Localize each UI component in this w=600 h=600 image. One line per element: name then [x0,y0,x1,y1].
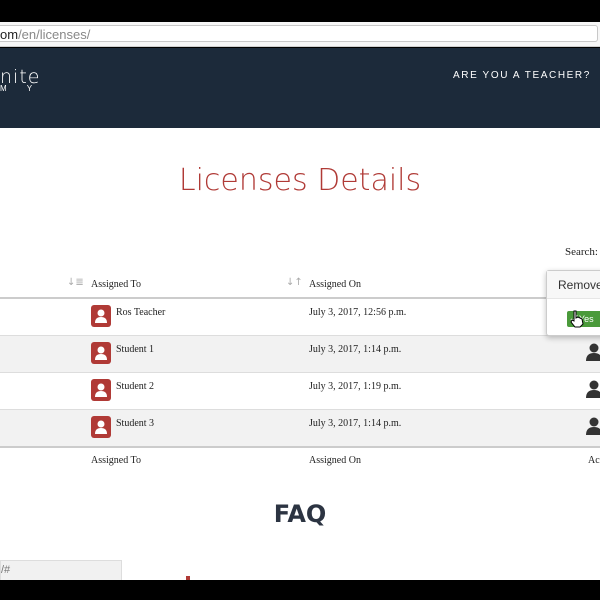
assigned-to-cell: Student 2 [116,381,155,392]
assigned-to-cell: Student 3 [116,418,155,429]
page-title: Licenses Details [178,163,422,198]
user-avatar-icon [91,379,111,401]
site-logo-subtitle: M Y [0,84,42,93]
user-avatar-icon [91,416,111,438]
url-domain: om [0,27,19,42]
user-avatar-icon [91,305,111,327]
sort-icon[interactable]: ↓≣ [67,277,84,288]
assigned-on-cell: July 3, 2017, 12:56 p.m. [309,307,407,318]
site-header: nite M Y ARE YOU A TEACHER? [0,48,600,128]
assigned-on-cell: July 3, 2017, 1:14 p.m. [309,418,402,429]
url-path: /en/licenses/ [18,27,91,42]
web-page: nite M Y ARE YOU A TEACHER? Licenses Det… [0,48,600,580]
column-header-assigned-on[interactable]: Assigned On [309,279,361,290]
user-icon[interactable] [586,380,600,398]
teacher-link[interactable]: ARE YOU A TEACHER? [453,70,591,81]
status-url-bar: /# [0,560,122,580]
table-row: Ros Teacher July 3, 2017, 12:56 p.m. [0,299,600,335]
assigned-on-cell: July 3, 2017, 1:14 p.m. [309,344,402,355]
footer-assigned-to: Assigned To [91,455,141,466]
search-label: Search: [565,246,598,258]
user-icon[interactable] [586,343,600,361]
sort-icon[interactable]: ↓↑ [286,277,303,288]
faq-heading: FAQ [273,500,327,528]
column-header-assigned-to[interactable]: Assigned To [91,279,141,290]
window-bottom-bar [0,580,600,600]
hand-cursor-icon [570,310,584,328]
popover-title: Remove [547,271,600,299]
table-row: Student 1 July 3, 2017, 1:14 p.m. [0,336,600,372]
footer-divider [0,446,600,448]
footer-actions: Ac [588,455,600,466]
user-avatar-icon [91,342,111,364]
window-top-bar [0,0,600,22]
footer-assigned-on: Assigned On [309,455,361,466]
table-row: Student 2 July 3, 2017, 1:19 p.m. [0,373,600,409]
assigned-on-cell: July 3, 2017, 1:19 p.m. [309,381,402,392]
browser-toolbar: om/en/licenses/ [0,22,600,47]
user-icon[interactable] [586,417,600,435]
table-row: Student 3 July 3, 2017, 1:14 p.m. [0,410,600,446]
address-bar[interactable]: om/en/licenses/ [0,25,598,42]
assigned-to-cell: Ros Teacher [116,307,166,318]
assigned-to-cell: Student 1 [116,344,155,355]
